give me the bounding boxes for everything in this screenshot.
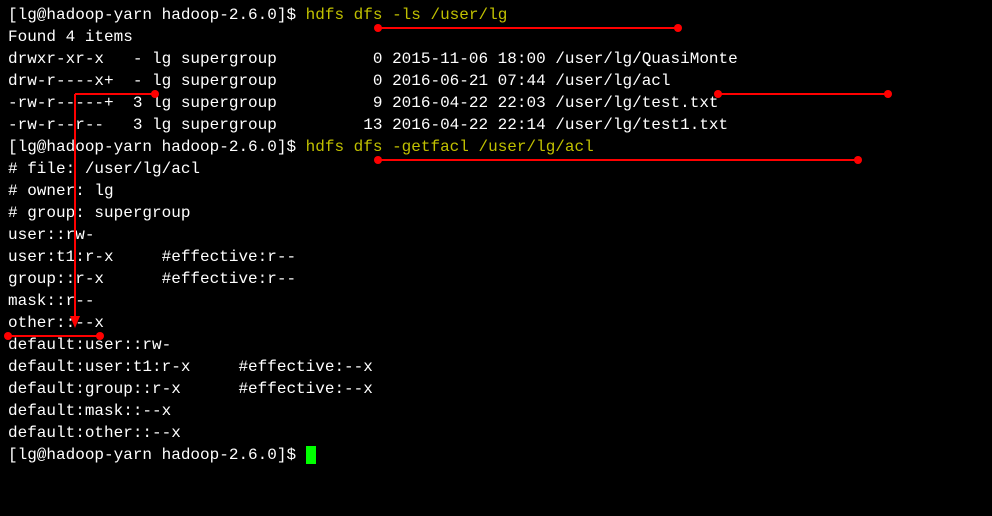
cursor[interactable] bbox=[306, 446, 316, 464]
acl-line: group::r-x #effective:r-- bbox=[8, 268, 984, 290]
ls-row: -rw-r--r-- 3 lg supergroup 13 2016-04-22… bbox=[8, 114, 984, 136]
terminal-line-prompt2: [lg@hadoop-yarn hadoop-2.6.0]$ hdfs dfs … bbox=[8, 136, 984, 158]
acl-line: # owner: lg bbox=[8, 180, 984, 202]
prompt: [lg@hadoop-yarn hadoop-2.6.0]$ bbox=[8, 6, 306, 24]
acl-line: default:group::r-x #effective:--x bbox=[8, 378, 984, 400]
acl-line: default:other::--x bbox=[8, 422, 984, 444]
acl-line: # file: /user/lg/acl bbox=[8, 158, 984, 180]
command-text: hdfs dfs -ls /user/lg bbox=[306, 6, 508, 24]
acl-line: default:user::rw- bbox=[8, 334, 984, 356]
acl-line: user::rw- bbox=[8, 224, 984, 246]
acl-line: other::--x bbox=[8, 312, 984, 334]
ls-row: drw-r----x+ - lg supergroup 0 2016-06-21… bbox=[8, 70, 984, 92]
terminal-line-prompt1: [lg@hadoop-yarn hadoop-2.6.0]$ hdfs dfs … bbox=[8, 4, 984, 26]
acl-line: mask::r-- bbox=[8, 290, 984, 312]
acl-line: default:user:t1:r-x #effective:--x bbox=[8, 356, 984, 378]
ls-header: Found 4 items bbox=[8, 26, 984, 48]
acl-line: # group: supergroup bbox=[8, 202, 984, 224]
terminal-line-prompt3: [lg@hadoop-yarn hadoop-2.6.0]$ bbox=[8, 444, 984, 466]
prompt: [lg@hadoop-yarn hadoop-2.6.0]$ bbox=[8, 446, 306, 464]
command-text: hdfs dfs -getfacl /user/lg/acl bbox=[306, 138, 594, 156]
acl-line: default:mask::--x bbox=[8, 400, 984, 422]
ls-row: -rw-r-----+ 3 lg supergroup 9 2016-04-22… bbox=[8, 92, 984, 114]
ls-row: drwxr-xr-x - lg supergroup 0 2015-11-06 … bbox=[8, 48, 984, 70]
prompt: [lg@hadoop-yarn hadoop-2.6.0]$ bbox=[8, 138, 306, 156]
acl-line: user:t1:r-x #effective:r-- bbox=[8, 246, 984, 268]
